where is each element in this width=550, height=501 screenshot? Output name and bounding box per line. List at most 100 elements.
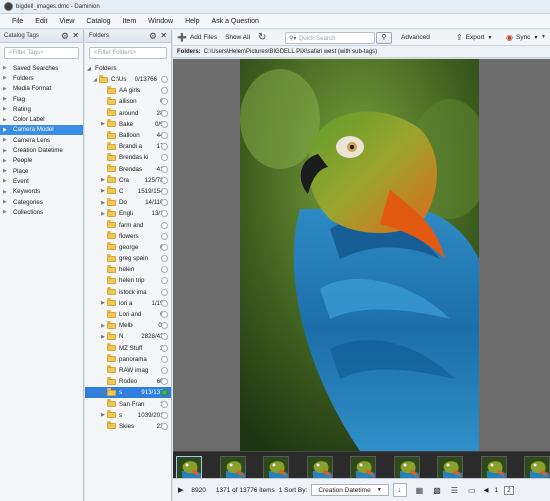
folder-row[interactable]: ▶ Do 14/1107 <box>85 197 171 208</box>
folder-row[interactable]: ▶Melbour0/1 <box>85 320 171 331</box>
tag-item-media-format[interactable]: ▶ Media Format <box>0 84 83 94</box>
filter-tags-input[interactable]: <Filter Tags> <box>4 47 79 59</box>
gear-icon[interactable]: ⚙ <box>149 31 157 42</box>
chevron-right-icon[interactable]: ▶ <box>3 158 13 164</box>
close-icon[interactable]: ✕ <box>160 31 167 40</box>
folder-row[interactable]: Brandi a177 <box>85 141 171 152</box>
grid-view-icon[interactable]: ▦ <box>416 486 424 495</box>
folder-row[interactable]: AA girls7 <box>85 85 171 96</box>
folder-row[interactable]: farm and1 <box>85 219 171 230</box>
page-1[interactable]: 1 <box>495 487 499 494</box>
folder-row[interactable]: RAW imag1 <box>85 365 171 376</box>
chevron-right-icon[interactable]: ▶ <box>99 334 107 340</box>
folder-row[interactable]: Brendas ki1 <box>85 152 171 163</box>
chevron-right-icon[interactable]: ▶ <box>3 148 13 154</box>
folder-row[interactable]: ▶ C 1519/1547 <box>85 186 171 197</box>
menu-file[interactable]: File <box>6 18 29 25</box>
folder-row[interactable]: MZ Stuff21 <box>85 343 171 354</box>
chevron-right-icon[interactable]: ▶ <box>99 412 107 418</box>
chevron-right-icon[interactable]: ▶ <box>99 177 107 183</box>
folder-row[interactable]: Skies230 <box>85 421 171 432</box>
folder-row[interactable]: around281 <box>85 108 171 119</box>
folders-root[interactable]: ◢ Folders <box>85 63 171 74</box>
folder-row[interactable]: ▶Engla13/15 <box>85 208 171 219</box>
image-viewer[interactable] <box>173 59 550 451</box>
folder-row[interactable]: allison68 <box>85 96 171 107</box>
tag-item-keywords[interactable]: ▶ Keywords <box>0 187 83 197</box>
folder-row[interactable]: istock ima1 <box>85 287 171 298</box>
search-options-icon[interactable]: ⚲▾ <box>289 35 296 42</box>
folder-row[interactable]: helen5 <box>85 264 171 275</box>
advanced-search-link[interactable]: Advanced <box>401 34 430 41</box>
chevron-right-icon[interactable]: ▶ <box>99 323 107 329</box>
filter-folders-input[interactable]: <Filter Folders> <box>89 47 167 59</box>
sync-button[interactable]: ◉ Sync ▼ <box>506 33 538 42</box>
folder-row[interactable]: george68 <box>85 242 171 253</box>
menu-catalog[interactable]: Catalog <box>80 18 116 25</box>
chevron-right-icon[interactable]: ▶ <box>3 209 13 215</box>
chevron-right-icon[interactable]: ▶ <box>3 137 13 143</box>
refresh-button[interactable]: ↻ <box>258 32 269 43</box>
chevron-right-icon[interactable]: ▶ <box>99 188 107 194</box>
toolbar-overflow-icon[interactable]: ▼ <box>541 34 546 40</box>
filmstrip-view-icon[interactable]: ▭ <box>468 486 476 495</box>
menu-window[interactable]: Window <box>142 18 179 25</box>
large-grid-icon[interactable]: ▩ <box>433 486 441 495</box>
chevron-right-icon[interactable]: ▶ <box>3 106 13 112</box>
chevron-right-icon[interactable]: ▶ <box>3 117 13 123</box>
folder-row[interactable]: greg spain4 <box>85 253 171 264</box>
folder-row[interactable]: panorama4 <box>85 354 171 365</box>
chevron-down-icon[interactable]: ◢ <box>87 66 95 72</box>
folder-row[interactable]: ▶ lori a 1/198 <box>85 298 171 309</box>
prev-page-icon[interactable]: ◀ <box>484 486 489 494</box>
folder-row[interactable]: Balloon442 <box>85 130 171 141</box>
tag-item-creation-datetime[interactable]: ▶ Creation Datetime <box>0 145 83 155</box>
tag-item-place[interactable]: ▶ Place <box>0 166 83 176</box>
chevron-right-icon[interactable]: ▶ <box>3 168 13 174</box>
menu-ask-question[interactable]: Ask a Question <box>205 18 264 25</box>
search-button[interactable]: ⚲ <box>376 32 392 44</box>
gear-icon[interactable]: ⚙ <box>61 31 69 42</box>
folder-row[interactable]: ▶ Cra 125/780 <box>85 175 171 186</box>
folder-row[interactable]: San Fran17 <box>85 398 171 409</box>
page-2[interactable]: 2 <box>504 485 514 495</box>
chevron-right-icon[interactable]: ▶ <box>99 200 107 206</box>
export-button[interactable]: ⇪ Export ▼ <box>456 33 492 42</box>
menu-view[interactable]: View <box>53 18 80 25</box>
folder-row[interactable]: Brendas413 <box>85 164 171 175</box>
folder-row[interactable]: ▶ s 1039/2019 <box>85 410 171 421</box>
chevron-right-icon[interactable]: ▶ <box>3 127 13 133</box>
chevron-right-icon[interactable]: ▶ <box>3 75 13 81</box>
tag-item-collections[interactable]: ▶ Collections <box>0 207 83 217</box>
tag-item-camera-lens[interactable]: ▶ Camera Lens <box>0 135 83 145</box>
show-all-button[interactable]: Show All <box>225 34 250 41</box>
folder-row[interactable]: ▶Bakery0/93 <box>85 119 171 130</box>
tag-item-camera-model[interactable]: ▶ Camera Model <box>0 124 83 136</box>
chevron-right-icon[interactable]: ▶ <box>99 390 107 396</box>
tag-item-people[interactable]: ▶ People <box>0 156 83 166</box>
chevron-down-icon[interactable]: ◢ <box>91 77 99 83</box>
chevron-right-icon[interactable]: ▶ <box>3 86 13 92</box>
tag-item-rating[interactable]: ▶ Rating <box>0 104 83 114</box>
list-view-icon[interactable]: ☰ <box>451 486 458 495</box>
chevron-right-icon[interactable]: ▶ <box>3 189 13 195</box>
chevron-right-icon[interactable]: ▶ <box>3 199 13 205</box>
close-icon[interactable]: ✕ <box>72 31 79 40</box>
menu-help[interactable]: Help <box>179 18 205 25</box>
tag-item-flag[interactable]: ▶ Flag <box>0 94 83 104</box>
tag-item-color-label[interactable]: ▶ Color Label <box>0 114 83 124</box>
add-files-button[interactable]: ➕ Add Files <box>177 33 217 42</box>
chevron-right-icon[interactable]: ▶ <box>3 178 13 184</box>
chevron-right-icon[interactable]: ▶ <box>99 300 107 306</box>
tag-item-saved-searches[interactable]: ▶ Saved Searches <box>0 63 83 73</box>
quick-search-input[interactable]: ⚲▾ Quick Search <box>285 32 375 44</box>
folder-row[interactable]: flowers3 <box>85 231 171 242</box>
folder-row[interactable]: ▶ s 913/1371 <box>85 387 171 399</box>
sort-direction-button[interactable]: ↓ <box>392 483 407 497</box>
folder-row[interactable]: helen trip3 <box>85 275 171 286</box>
tag-item-folders[interactable]: ▶ Folders <box>0 73 83 83</box>
tag-item-categories[interactable]: ▶ Categories <box>0 197 83 207</box>
menu-item[interactable]: Item <box>117 18 143 25</box>
sort-by-select[interactable]: Creation Datetime ▼ <box>311 484 389 496</box>
tag-item-event[interactable]: ▶ Event <box>0 176 83 186</box>
